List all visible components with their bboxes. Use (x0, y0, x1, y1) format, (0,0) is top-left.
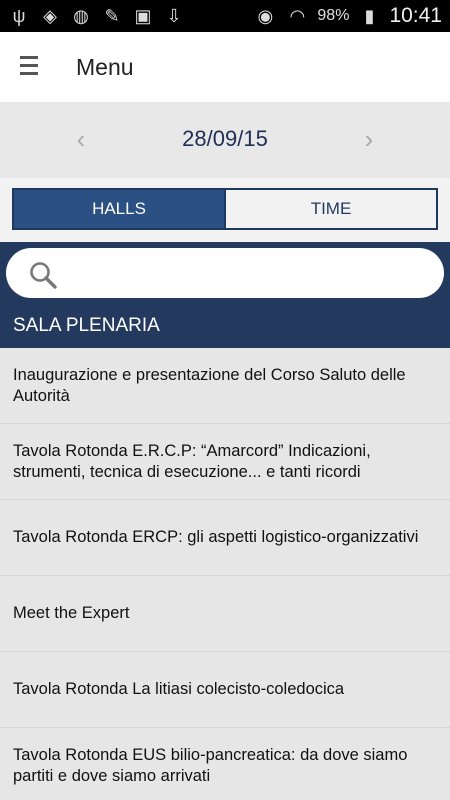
search-box[interactable] (6, 248, 444, 298)
pencil-icon: ✎ (104, 6, 120, 26)
menu-icon[interactable] (20, 56, 42, 78)
date-navigator: ‹ 28/09/15 › (0, 102, 450, 178)
page-title: Menu (76, 54, 134, 80)
list-item-title: Tavola Rotonda ERCP: gli aspetti logisti… (13, 528, 419, 546)
battery-icon: ▮ (364, 6, 375, 26)
search-input[interactable] (68, 258, 428, 288)
search-bar (0, 242, 450, 304)
status-bar: ψ ◈ ◍ ✎ ▣ ⇩ ◉ ◠ 98% ▮ 10:41 (0, 0, 450, 32)
list-item-title: Meet the Expert (13, 604, 130, 622)
app-bar: Menu (0, 32, 450, 102)
list-item-title: Inaugurazione e presentazione del Corso … (13, 365, 406, 405)
list-item[interactable]: Tavola Rotonda ERCP: gli aspetti logisti… (0, 500, 450, 576)
view-toggle: HALLS TIME (12, 188, 438, 230)
eye-icon: ◉ (257, 6, 274, 26)
list-item[interactable]: Inaugurazione e presentazione del Corso … (0, 348, 450, 424)
battery-percentage: 98% (317, 7, 350, 24)
dropbox-icon: ◈ (43, 6, 57, 26)
section-header: SALA PLENARIA (0, 304, 450, 348)
clock: 10:41 (389, 4, 442, 27)
list-item-title: Tavola Rotonda EUS bilio-pancreatica: da… (13, 745, 408, 785)
session-list: Inaugurazione e presentazione del Corso … (0, 348, 450, 800)
list-item[interactable]: Meet the Expert (0, 576, 450, 652)
usb-icon: ψ (12, 6, 26, 26)
list-item[interactable]: Tavola Rotonda EUS bilio-pancreatica: da… (0, 728, 450, 800)
search-icon (30, 262, 57, 289)
download-icon: ⇩ (166, 6, 182, 26)
tab-halls[interactable]: HALLS (14, 190, 224, 228)
list-item[interactable]: Tavola Rotonda E.R.C.P: “Amarcord” Indic… (0, 424, 450, 500)
globe-icon: ◍ (73, 6, 89, 26)
next-date-button[interactable]: › (354, 124, 384, 154)
list-item-title: Tavola Rotonda E.R.C.P: “Amarcord” Indic… (13, 441, 371, 481)
briefcase-icon: ▣ (134, 6, 152, 26)
list-item-title: Tavola Rotonda La litiasi colecisto-cole… (13, 680, 345, 698)
view-toggle-area: HALLS TIME (0, 178, 450, 242)
wifi-icon: ◠ (289, 6, 306, 26)
tab-time[interactable]: TIME (224, 190, 436, 228)
list-item[interactable]: Tavola Rotonda La litiasi colecisto-cole… (0, 652, 450, 728)
